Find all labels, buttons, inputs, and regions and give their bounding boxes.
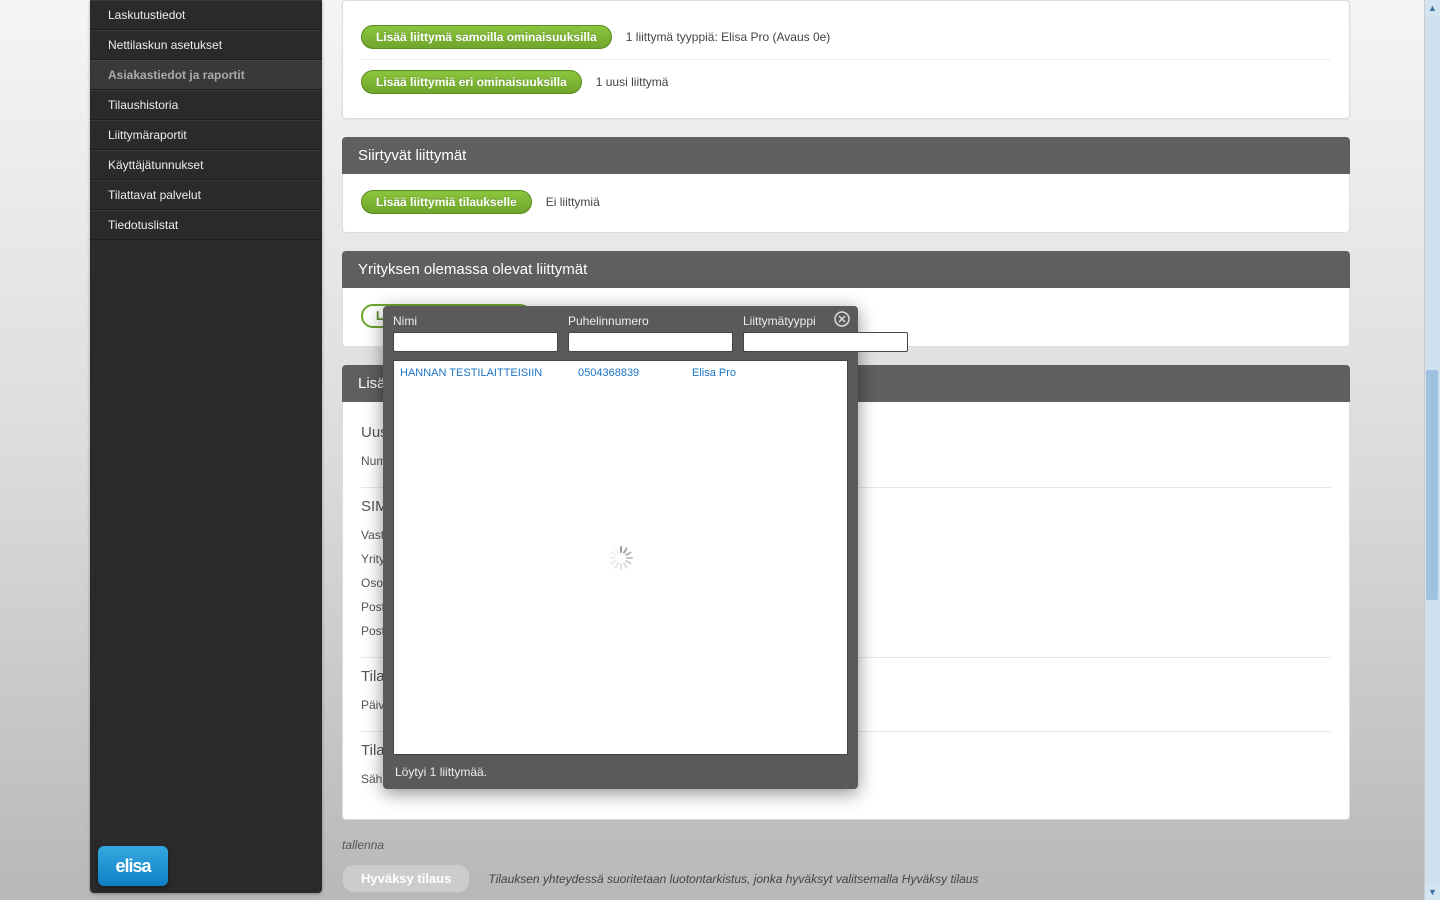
add-different-features-button[interactable]: Lisää liittymiä eri ominaisuuksilla — [361, 70, 582, 94]
sidebar-item-tilaushistoria[interactable]: Tilaushistoria — [90, 90, 322, 120]
transferring-subscriptions-header: Siirtyvät liittymät — [342, 137, 1350, 174]
sidebar-item-tiedotuslistat[interactable]: Tiedotuslistat — [90, 210, 322, 240]
transferring-none-text: Ei liittymiä — [546, 195, 600, 209]
result-phone-link[interactable]: 0504368839 — [578, 367, 639, 379]
sidebar-item-liittymaraportit[interactable]: Liittymäraportit — [90, 120, 322, 150]
existing-subscriptions-header: Yrityksen olemassa olevat liittymät — [342, 251, 1350, 288]
result-row[interactable]: HANNAN TESTILAITTEISIIN 0504368839 Elisa… — [394, 361, 847, 383]
sidebar-item-laskutustiedot[interactable]: Laskutustiedot — [90, 0, 322, 30]
approve-order-disclaimer: Tilauksen yhteydessä suoritetaan luotont… — [488, 872, 978, 886]
new-subscriptions-panel: Lisää liittymä samoilla ominaisuuksilla … — [342, 0, 1350, 119]
popup-results-list: HANNAN TESTILAITTEISIIN 0504368839 Elisa… — [393, 360, 848, 755]
same-features-summary: 1 liittymä tyyppiä: Elisa Pro (Avaus 0e) — [626, 30, 831, 44]
different-features-summary: 1 uusi liittymä — [596, 75, 669, 89]
popup-col-phone-label: Puhelinnumero — [568, 314, 733, 328]
save-note: tallenna — [342, 838, 1350, 852]
popup-col-name-label: Nimi — [393, 314, 558, 328]
approve-order-button[interactable]: Hyväksy tilaus — [342, 864, 470, 893]
result-name-link[interactable]: HANNAN TESTILAITTEISIIN — [400, 367, 542, 379]
sidebar-item-kayttajatunnukset[interactable]: Käyttäjätunnukset — [90, 150, 322, 180]
sidebar-item-tilattavat-palvelut[interactable]: Tilattavat palvelut — [90, 180, 322, 210]
scroll-up-button[interactable]: ▲ — [1425, 0, 1440, 16]
popup-close-button[interactable] — [834, 310, 852, 328]
close-icon — [834, 311, 850, 327]
scroll-thumb[interactable] — [1426, 370, 1438, 600]
result-type-link[interactable]: Elisa Pro — [692, 367, 736, 379]
add-same-features-button[interactable]: Lisää liittymä samoilla ominaisuuksilla — [361, 25, 612, 49]
sidebar: Laskutustiedot Nettilaskun asetukset Asi… — [90, 0, 322, 893]
elisa-logo-badge[interactable]: elisa — [98, 846, 168, 886]
sidebar-section-asiakastiedot: Asiakastiedot ja raportit — [90, 60, 322, 90]
popup-footer-count: Löytyi 1 liittymää. — [383, 755, 858, 789]
add-to-order-button-transferring[interactable]: Lisää liittymiä tilaukselle — [361, 190, 532, 214]
loading-spinner-icon — [607, 544, 635, 572]
sidebar-item-nettilaskun-asetukset[interactable]: Nettilaskun asetukset — [90, 30, 322, 60]
subscription-picker-dialog: Nimi Puhelinnumero Liittymätyyppi HANNAN… — [383, 306, 858, 789]
vertical-scrollbar[interactable]: ▲ ▼ — [1424, 0, 1440, 900]
popup-name-input[interactable] — [393, 332, 558, 352]
popup-type-input[interactable] — [743, 332, 908, 352]
transferring-subscriptions-body: Lisää liittymiä tilaukselle Ei liittymiä — [342, 174, 1350, 233]
popup-phone-input[interactable] — [568, 332, 733, 352]
scroll-down-button[interactable]: ▼ — [1425, 884, 1440, 900]
popup-col-type-label: Liittymätyyppi — [743, 314, 908, 328]
